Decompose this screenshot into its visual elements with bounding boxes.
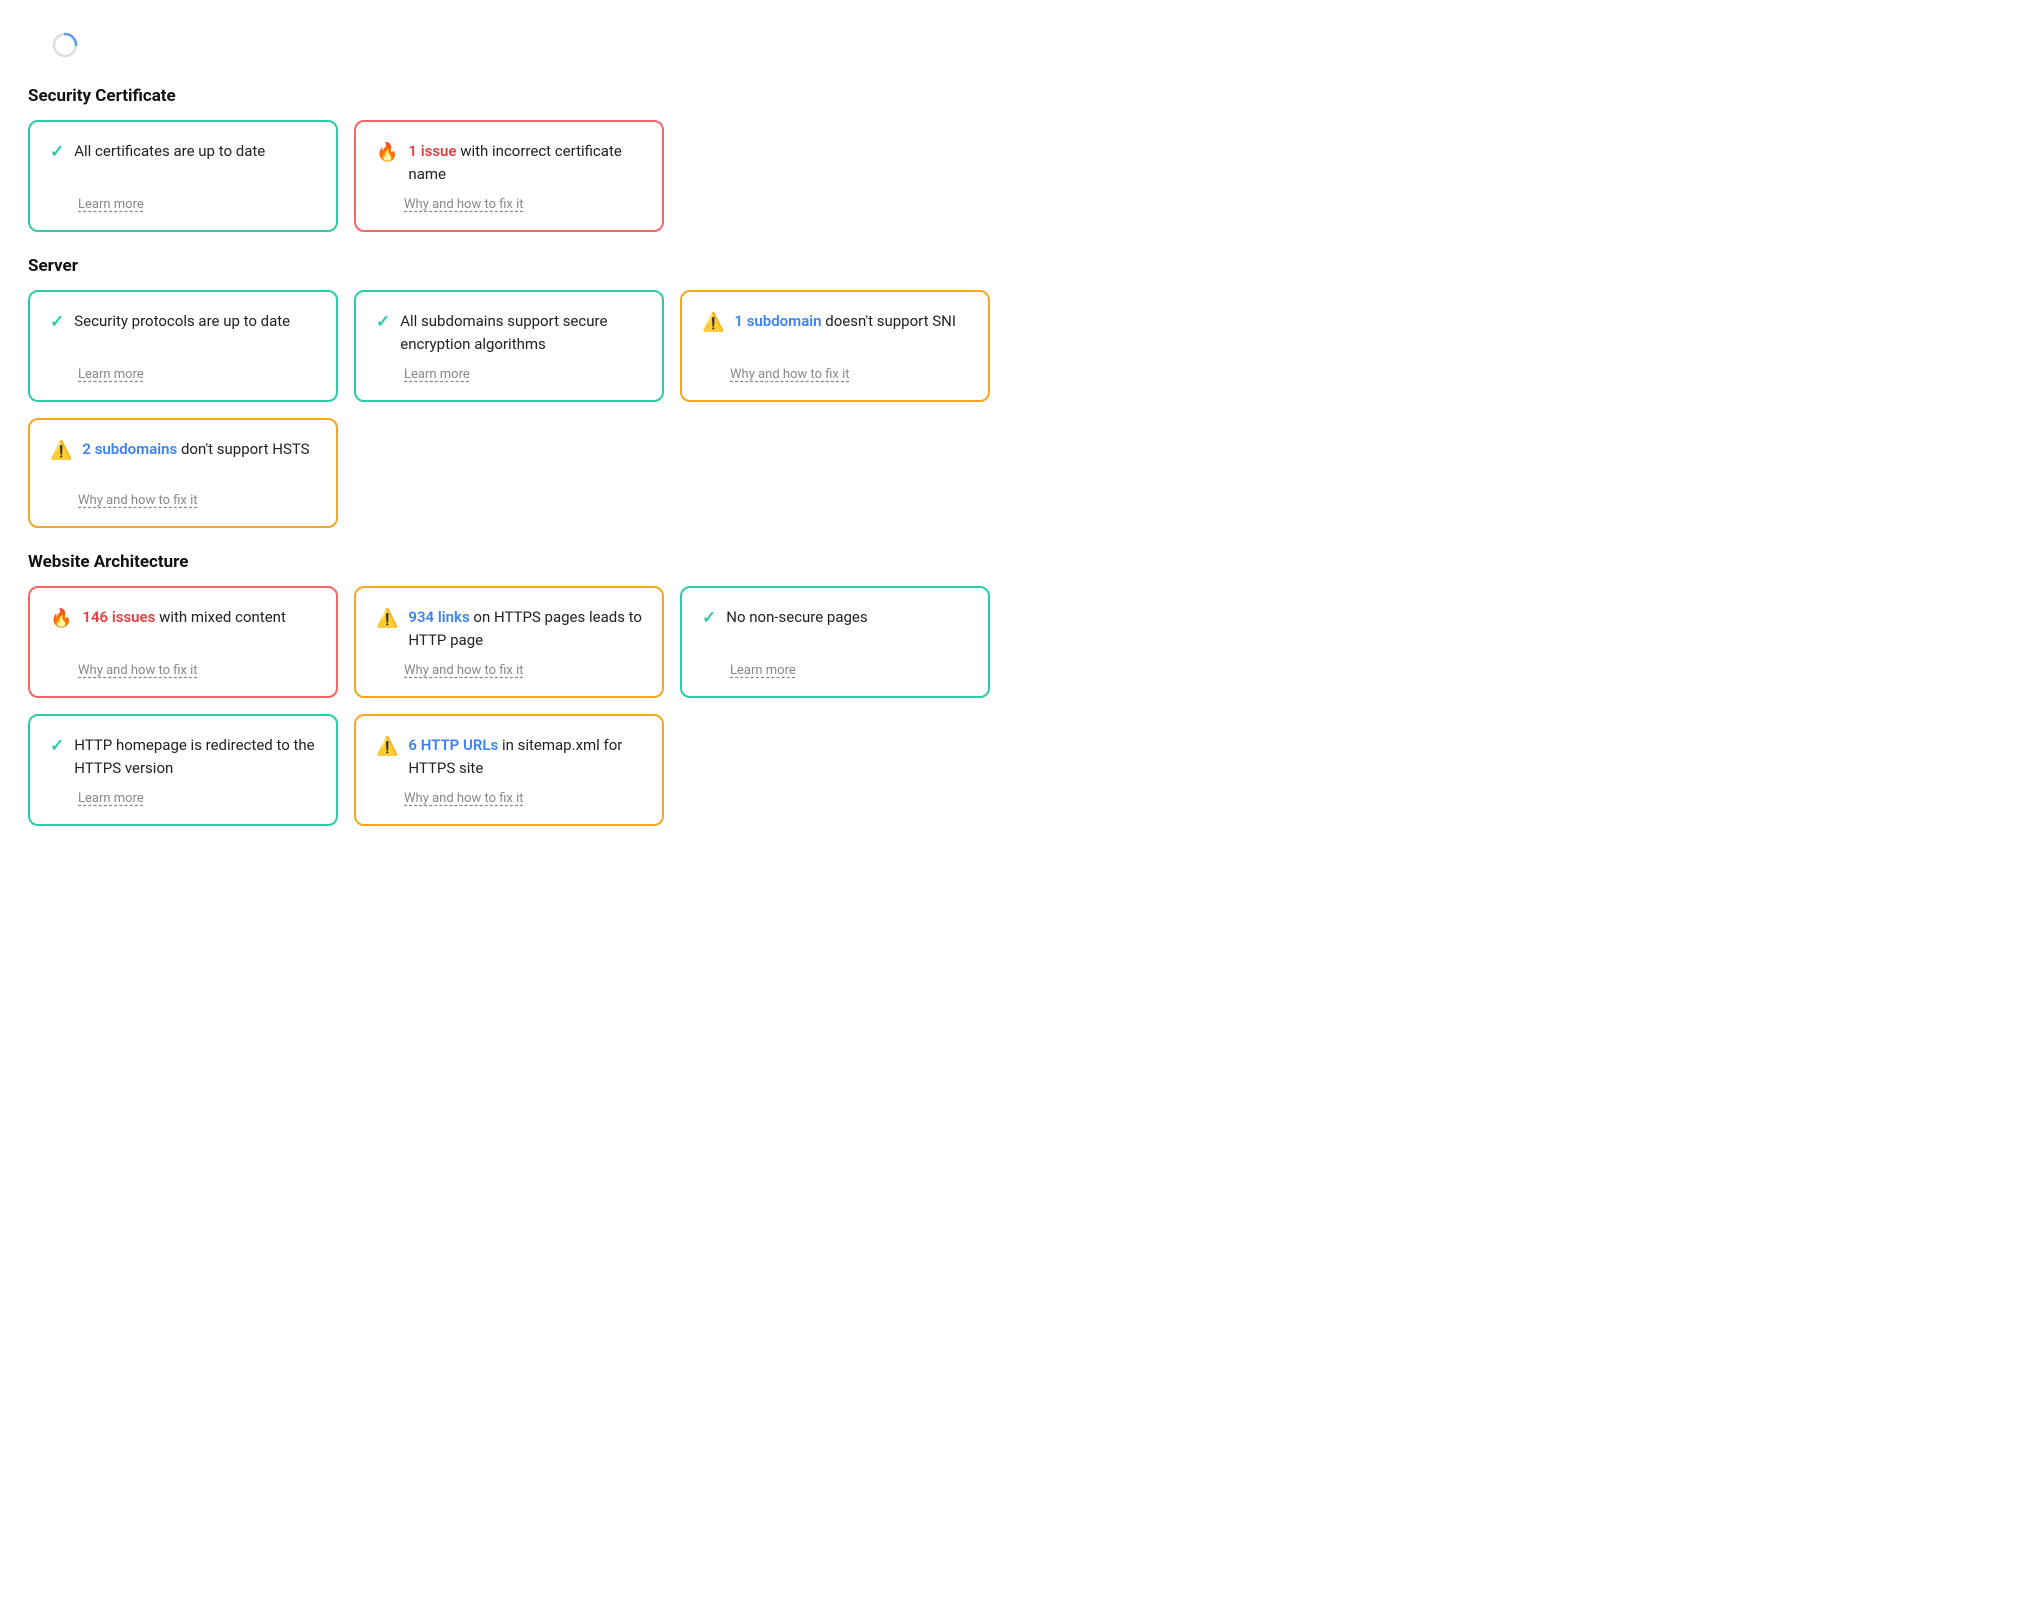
card-content-subdomains-no-hsts: ⚠️ 2 subdomains don't support HSTS: [50, 438, 316, 461]
section-server: Server ✓ Security protocols are up to date…: [28, 256, 1172, 528]
fire-icon: 🔥: [376, 142, 398, 163]
card-content-http-redirected-to-https: ✓ HTTP homepage is redirected to the HTTP…: [50, 734, 316, 779]
card-no-non-secure-pages: ✓ No non-secure pages Learn more: [680, 586, 990, 698]
card-link-mixed-content-issues[interactable]: Why and how to fix it: [78, 663, 316, 678]
card-text-subdomains-no-hsts: 2 subdomains don't support HSTS: [82, 438, 309, 461]
section-security-certificate: Security Certificate ✓ All certificates ar…: [28, 86, 1172, 232]
card-content-incorrect-cert-name: 🔥 1 issue with incorrect certificate name: [376, 140, 642, 185]
card-link-http-redirected-to-https[interactable]: Learn more: [78, 791, 316, 806]
check-icon: ✓: [50, 736, 64, 756]
check-icon: ✓: [50, 142, 64, 162]
cards-grid-security-certificate: ✓ All certificates are up to date Learn mo…: [28, 120, 1172, 232]
card-link-http-urls-in-sitemap[interactable]: Why and how to fix it: [404, 791, 642, 806]
card-highlight-https-links-to-http: 934 links: [408, 608, 469, 626]
card-link-all-subdomains-secure[interactable]: Learn more: [404, 367, 642, 382]
card-highlight-incorrect-cert-name: 1 issue: [408, 142, 456, 160]
check-icon: ✓: [702, 608, 716, 628]
card-link-https-links-to-http[interactable]: Why and how to fix it: [404, 663, 642, 678]
card-link-subdomains-no-hsts[interactable]: Why and how to fix it: [78, 493, 316, 508]
card-content-https-links-to-http: ⚠️ 934 links on HTTPS pages leads to HTTP…: [376, 606, 642, 651]
card-highlight-subdomain-no-sni: 1 subdomain: [734, 312, 821, 330]
card-text-http-urls-in-sitemap: 6 HTTP URLs in sitemap.xml for HTTPS sit…: [408, 734, 642, 779]
card-link-security-protocols-up-to-date[interactable]: Learn more: [78, 367, 316, 382]
card-highlight-mixed-content-issues: 146 issues: [82, 608, 155, 626]
card-text-mixed-content-issues: 146 issues with mixed content: [82, 606, 285, 629]
card-highlight-subdomains-no-hsts: 2 subdomains: [82, 440, 177, 458]
card-link-all-certs-up-to-date[interactable]: Learn more: [78, 197, 316, 212]
warning-icon: ⚠️: [376, 608, 398, 629]
card-all-subdomains-secure: ✓ All subdomains support secure encryptio…: [354, 290, 664, 402]
card-http-urls-in-sitemap: ⚠️ 6 HTTP URLs in sitemap.xml for HTTPS s…: [354, 714, 664, 826]
section-title-website-architecture: Website Architecture: [28, 552, 1172, 572]
card-content-all-subdomains-secure: ✓ All subdomains support secure encryptio…: [376, 310, 642, 355]
warning-icon: ⚠️: [702, 312, 724, 333]
card-content-all-certs-up-to-date: ✓ All certificates are up to date: [50, 140, 316, 163]
section-title-security-certificate: Security Certificate: [28, 86, 1172, 106]
warning-icon: ⚠️: [50, 440, 72, 461]
card-text-https-links-to-http: 934 links on HTTPS pages leads to HTTP p…: [408, 606, 642, 651]
cards-grid-server: ✓ Security protocols are up to date Learn …: [28, 290, 1172, 528]
card-link-incorrect-cert-name[interactable]: Why and how to fix it: [404, 197, 642, 212]
card-mixed-content-issues: 🔥 146 issues with mixed content Why and ho…: [28, 586, 338, 698]
card-text-security-protocols-up-to-date: Security protocols are up to date: [74, 310, 290, 333]
check-icon: ✓: [50, 312, 64, 332]
card-content-security-protocols-up-to-date: ✓ Security protocols are up to date: [50, 310, 316, 333]
card-content-subdomain-no-sni: ⚠️ 1 subdomain doesn't support SNI: [702, 310, 968, 333]
card-content-http-urls-in-sitemap: ⚠️ 6 HTTP URLs in sitemap.xml for HTTPS s…: [376, 734, 642, 779]
card-link-no-non-secure-pages[interactable]: Learn more: [730, 663, 968, 678]
sections-container: Security Certificate ✓ All certificates ar…: [28, 86, 1172, 826]
card-text-incorrect-cert-name: 1 issue with incorrect certificate name: [408, 140, 642, 185]
card-text-http-redirected-to-https: HTTP homepage is redirected to the HTTPS…: [74, 734, 316, 779]
card-subdomains-no-hsts: ⚠️ 2 subdomains don't support HSTS Why and…: [28, 418, 338, 528]
card-subdomain-no-sni: ⚠️ 1 subdomain doesn't support SNI Why and…: [680, 290, 990, 402]
card-security-protocols-up-to-date: ✓ Security protocols are up to date Learn …: [28, 290, 338, 402]
card-highlight-http-urls-in-sitemap: 6 HTTP URLs: [408, 736, 498, 754]
warning-icon: ⚠️: [376, 736, 398, 757]
fire-icon: 🔥: [50, 608, 72, 629]
card-text-all-subdomains-secure: All subdomains support secure encryption…: [400, 310, 642, 355]
card-incorrect-cert-name: 🔥 1 issue with incorrect certificate name…: [354, 120, 664, 232]
card-https-links-to-http: ⚠️ 934 links on HTTPS pages leads to HTTP…: [354, 586, 664, 698]
card-all-certs-up-to-date: ✓ All certificates are up to date Learn mo…: [28, 120, 338, 232]
check-icon: ✓: [376, 312, 390, 332]
score-spinner-icon: [52, 32, 78, 58]
card-link-subdomain-no-sni[interactable]: Why and how to fix it: [730, 367, 968, 382]
card-content-no-non-secure-pages: ✓ No non-secure pages: [702, 606, 968, 629]
card-text-subdomain-no-sni: 1 subdomain doesn't support SNI: [734, 310, 956, 333]
card-text-all-certs-up-to-date: All certificates are up to date: [74, 140, 265, 163]
cards-grid-website-architecture: 🔥 146 issues with mixed content Why and ho…: [28, 586, 1172, 826]
card-content-mixed-content-issues: 🔥 146 issues with mixed content: [50, 606, 316, 629]
page-header: [28, 32, 1172, 58]
section-title-server: Server: [28, 256, 1172, 276]
section-website-architecture: Website Architecture 🔥 146 issues with mix…: [28, 552, 1172, 826]
card-text-no-non-secure-pages: No non-secure pages: [726, 606, 867, 629]
card-http-redirected-to-https: ✓ HTTP homepage is redirected to the HTTP…: [28, 714, 338, 826]
